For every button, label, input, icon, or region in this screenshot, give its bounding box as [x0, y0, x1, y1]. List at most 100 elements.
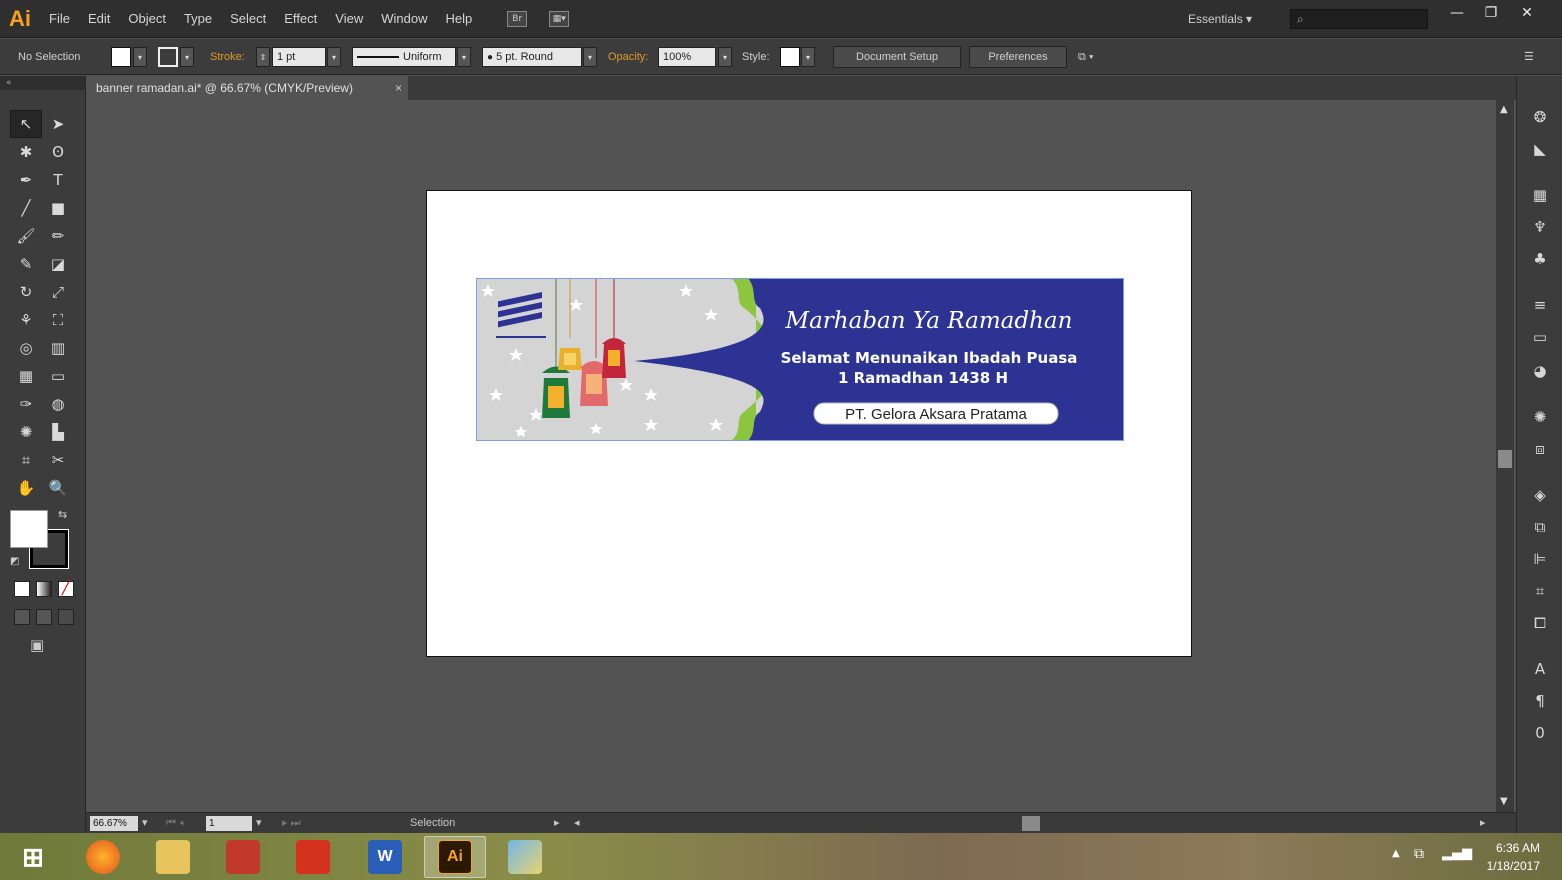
- menu-window[interactable]: Window: [372, 0, 436, 38]
- draw-normal-icon[interactable]: [14, 609, 30, 625]
- color-panel-icon[interactable]: ◣: [1529, 138, 1551, 160]
- tools-panel-header[interactable]: «: [0, 76, 85, 90]
- pencil-tool-icon[interactable]: ✏: [42, 222, 74, 250]
- rotate-tool-icon[interactable]: ↻: [10, 278, 42, 306]
- screen-mode-icon[interactable]: ▣: [30, 636, 44, 654]
- direct-selection-tool-icon[interactable]: ➤: [42, 110, 74, 138]
- stroke-color-dropdown-icon[interactable]: ▾: [180, 47, 194, 67]
- column-graph-tool-icon[interactable]: ▙: [42, 418, 74, 446]
- rectangle-tool-icon[interactable]: ■: [42, 194, 74, 222]
- scale-tool-icon[interactable]: ⤢: [42, 278, 74, 306]
- arrange-documents-icon[interactable]: ▦▾: [549, 10, 570, 27]
- taskbar-file-explorer[interactable]: [142, 836, 204, 878]
- menu-edit[interactable]: Edit: [79, 0, 119, 38]
- menu-file[interactable]: File: [40, 0, 79, 38]
- layers-panel-icon[interactable]: ◈: [1529, 484, 1551, 506]
- first-artboard-icon[interactable]: ⏮ ◂: [166, 816, 184, 831]
- menu-effect[interactable]: Effect: [275, 0, 326, 38]
- pen-tool-icon[interactable]: ✒: [10, 166, 42, 194]
- stroke-stepper-icon[interactable]: ⇕: [256, 47, 270, 67]
- close-window-button[interactable]: ✕: [1510, 0, 1544, 26]
- eraser-tool-icon[interactable]: ◪: [42, 250, 74, 278]
- color-guide-panel-icon[interactable]: ❂: [1529, 106, 1551, 128]
- blend-tool-icon[interactable]: ◍: [42, 390, 74, 418]
- perspective-grid-tool-icon[interactable]: ▥: [42, 334, 74, 362]
- color-mode-icon[interactable]: [14, 581, 30, 597]
- menu-type[interactable]: Type: [175, 0, 221, 38]
- draw-behind-icon[interactable]: [36, 609, 52, 625]
- brushes-panel-icon[interactable]: ♆: [1529, 216, 1551, 238]
- status-menu-icon[interactable]: ▸: [554, 816, 560, 831]
- stroke-weight-dropdown-icon[interactable]: ▾: [327, 47, 341, 67]
- panel-menu-icon[interactable]: ☰: [1524, 47, 1534, 67]
- arrange-icon[interactable]: ⧉ ▾: [1078, 47, 1094, 67]
- swatches-panel-icon[interactable]: ▦: [1529, 184, 1551, 206]
- menu-view[interactable]: View: [326, 0, 372, 38]
- taskbar-calculator[interactable]: [212, 836, 274, 878]
- opacity-label[interactable]: Opacity:: [608, 47, 648, 67]
- magic-wand-tool-icon[interactable]: ✱: [10, 138, 42, 166]
- taskbar-word[interactable]: W: [354, 836, 416, 878]
- shape-builder-tool-icon[interactable]: ◎: [10, 334, 42, 362]
- symbol-sprayer-tool-icon[interactable]: ✺: [10, 418, 42, 446]
- zoom-dropdown-icon[interactable]: ▾: [142, 816, 148, 831]
- last-artboard-icon[interactable]: ▸ ⏭: [282, 816, 300, 831]
- fill-color-swatch[interactable]: [111, 47, 131, 67]
- brush-dropdown-icon[interactable]: ▾: [583, 47, 597, 67]
- document-setup-button[interactable]: Document Setup: [833, 46, 961, 68]
- graphic-style-swatch[interactable]: [780, 47, 800, 67]
- start-button[interactable]: ⊞: [2, 836, 64, 878]
- line-tool-icon[interactable]: ╱: [10, 194, 42, 222]
- brush-definition[interactable]: ● 5 pt. Round: [482, 47, 582, 67]
- preferences-button[interactable]: Preferences: [969, 46, 1067, 68]
- appearance-panel-icon[interactable]: ✺: [1529, 406, 1551, 428]
- horizontal-scroll-thumb[interactable]: [1022, 816, 1040, 831]
- signal-icon[interactable]: ▂▄▆: [1442, 846, 1472, 861]
- menu-select[interactable]: Select: [221, 0, 275, 38]
- slice-tool-icon[interactable]: ✂: [42, 446, 74, 474]
- gradient-panel-icon[interactable]: ▭: [1529, 326, 1551, 348]
- symbols-panel-icon[interactable]: ♣: [1529, 248, 1551, 270]
- artboards-panel-icon[interactable]: ⧉: [1529, 516, 1551, 538]
- bridge-icon[interactable]: Br: [507, 10, 528, 27]
- taskbar-acrobat[interactable]: [282, 836, 344, 878]
- fill-swatch[interactable]: [10, 510, 48, 548]
- paintbrush-tool-icon[interactable]: 🖌: [10, 222, 42, 250]
- artboard-tool-icon[interactable]: ⌗: [10, 446, 42, 474]
- network-icon[interactable]: ⧉: [1414, 846, 1424, 862]
- taskbar-firefox[interactable]: [72, 836, 134, 878]
- vertical-scroll-thumb[interactable]: [1498, 450, 1512, 468]
- gradient-tool-icon[interactable]: ▭: [42, 362, 74, 390]
- menu-help[interactable]: Help: [436, 0, 481, 38]
- zoom-field[interactable]: 66.67%: [90, 816, 138, 831]
- transparency-panel-icon[interactable]: ◕: [1529, 360, 1551, 382]
- free-transform-tool-icon[interactable]: ⛶: [42, 306, 74, 334]
- stroke-label[interactable]: Stroke:: [210, 47, 245, 67]
- artboard[interactable]: Marhaban Ya Ramadhan Selamat Menunaikan …: [426, 190, 1192, 657]
- graphic-styles-panel-icon[interactable]: ⧈: [1529, 438, 1551, 460]
- scroll-down-icon[interactable]: ▼: [1500, 796, 1508, 807]
- opentype-panel-icon[interactable]: 0: [1529, 722, 1551, 744]
- workspace-switcher[interactable]: Essentials ▾: [1188, 0, 1252, 38]
- stroke-panel-icon[interactable]: ≡: [1529, 294, 1551, 316]
- taskbar-illustrator[interactable]: Ai: [424, 836, 486, 878]
- character-panel-icon[interactable]: A: [1529, 658, 1551, 680]
- align-panel-icon[interactable]: ⊫: [1529, 548, 1551, 570]
- opacity-dropdown-icon[interactable]: ▾: [718, 47, 732, 67]
- zoom-tool-icon[interactable]: 🔍: [42, 474, 74, 502]
- document-tab[interactable]: banner ramadan.ai* @ 66.67% (CMYK/Previe…: [86, 76, 408, 100]
- hand-tool-icon[interactable]: ✋: [10, 474, 42, 502]
- paragraph-panel-icon[interactable]: ¶: [1529, 690, 1551, 712]
- stroke-weight-field[interactable]: 1 pt: [272, 47, 326, 67]
- lasso-tool-icon[interactable]: ʘ: [42, 138, 74, 166]
- close-tab-icon[interactable]: ×: [395, 76, 402, 100]
- restore-button[interactable]: ❐: [1474, 0, 1508, 26]
- scroll-right-icon[interactable]: ▸: [1480, 816, 1486, 831]
- default-colors-icon[interactable]: ◩: [10, 556, 19, 567]
- taskbar-paint[interactable]: [494, 836, 556, 878]
- scroll-left-icon[interactable]: ◂: [574, 816, 580, 831]
- opacity-field[interactable]: 100%: [658, 47, 716, 67]
- menu-object[interactable]: Object: [119, 0, 175, 38]
- mesh-tool-icon[interactable]: ▦: [10, 362, 42, 390]
- draw-inside-icon[interactable]: [58, 609, 74, 625]
